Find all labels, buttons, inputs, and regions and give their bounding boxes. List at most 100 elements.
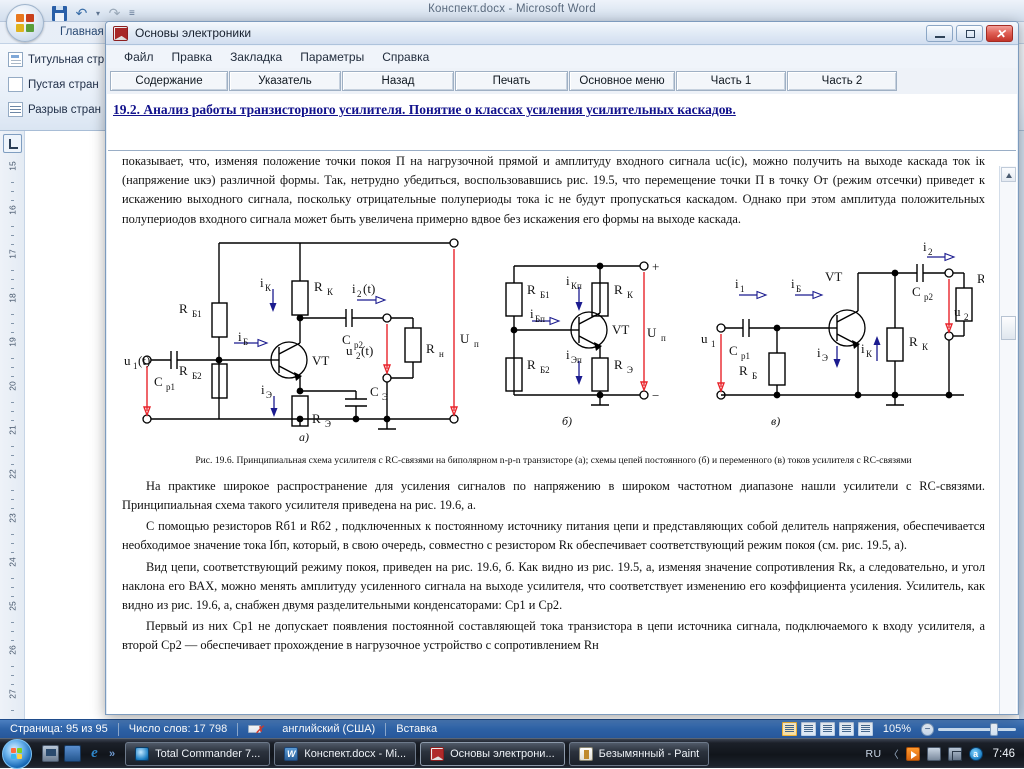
help-menubar[interactable]: Файл Правка Закладка Параметры Справка [107, 46, 1017, 68]
display-icon[interactable] [926, 746, 941, 761]
ruler-minor-tick [11, 314, 14, 315]
switch-window-icon[interactable] [42, 745, 59, 762]
ruler-minor-tick [11, 235, 14, 236]
clock[interactable]: 7:46 [990, 748, 1015, 760]
label-re-b: R [614, 357, 623, 372]
toolbar-filler [898, 71, 1014, 91]
media-play-icon[interactable] [905, 746, 920, 761]
status-language[interactable]: английский (США) [272, 723, 385, 735]
scrollbar-thumb[interactable] [1001, 316, 1016, 340]
zoom-out-button[interactable]: − [921, 722, 934, 736]
svg-text:Б2: Б2 [192, 371, 202, 381]
taskbar-item-word[interactable]: W Конспект.docx - Mi... [274, 741, 417, 766]
start-button[interactable] [2, 738, 32, 769]
toolbar-button-label: Часть 2 [821, 75, 863, 87]
toolbar-index-button[interactable]: Указатель [229, 71, 341, 91]
ruler-minor-tick [11, 534, 14, 535]
cover-page-icon [8, 52, 23, 67]
ruler-tick: 27 [7, 689, 18, 699]
status-proofing[interactable]: ✗ [238, 723, 272, 736]
toolbar-contents-button[interactable]: Содержание [110, 71, 228, 91]
language-indicator[interactable]: RU [865, 748, 881, 760]
body-paragraph-1: На практике широкое распространение для … [122, 478, 985, 513]
status-insert-mode[interactable]: Вставка [386, 723, 447, 735]
menu-file[interactable]: Файл [115, 48, 163, 66]
chevron-up-icon[interactable]: 〈 [889, 746, 899, 761]
zoom-level[interactable]: 105% [877, 723, 917, 735]
view-outline-icon[interactable] [838, 722, 854, 736]
antivirus-icon[interactable]: a [968, 746, 983, 761]
ruler-minor-tick [11, 578, 14, 579]
view-print-layout-icon[interactable] [781, 722, 797, 736]
redo-icon[interactable]: ↷ [107, 5, 122, 21]
menu-help[interactable]: Справка [373, 48, 438, 66]
toolbar-back-button[interactable]: Назад [342, 71, 454, 91]
ruler-minor-tick [11, 446, 14, 447]
menu-bookmark[interactable]: Закладка [221, 48, 291, 66]
view-web-layout-icon[interactable] [819, 722, 835, 736]
svg-text:К: К [627, 290, 634, 300]
ruler-tick: 19 [7, 337, 18, 347]
toolbar-part1-button[interactable]: Часть 1 [676, 71, 786, 91]
toolbar-part2-button[interactable]: Часть 2 [787, 71, 897, 91]
help-vertical-scrollbar[interactable] [999, 166, 1016, 714]
svg-text:р1: р1 [741, 351, 750, 361]
toolbar-main-menu-button[interactable]: Основное меню [569, 71, 675, 91]
label-up-b: U [647, 325, 657, 340]
view-draft-icon[interactable] [857, 722, 873, 736]
network-icon[interactable] [947, 746, 962, 761]
help-window-title: Основы электроники [135, 26, 252, 40]
zoom-slider[interactable] [938, 722, 1016, 736]
tab-home[interactable]: Главная [52, 24, 112, 40]
svg-text:р1: р1 [166, 382, 175, 392]
help-book-icon [113, 25, 128, 41]
tab-stop-selector-icon[interactable] [3, 134, 22, 153]
view-fullscreen-icon[interactable] [800, 722, 816, 736]
taskbar-item-paint[interactable]: Безымянный - Paint [568, 741, 710, 766]
total-commander-icon [135, 746, 150, 761]
system-tray[interactable]: RU 〈 a 7:46 [865, 746, 1024, 761]
minimize-button[interactable] [926, 24, 953, 42]
ribbon-item-cover-page[interactable]: Титульная стр [8, 52, 104, 67]
ruler-minor-tick [11, 464, 14, 465]
maximize-button[interactable] [956, 24, 983, 42]
save-icon[interactable] [52, 5, 67, 21]
help-toolbar[interactable]: Содержание Указатель Назад Печать Основн… [107, 68, 1017, 94]
zoom-slider-thumb[interactable] [990, 722, 998, 736]
ribbon-item-blank-page[interactable]: Пустая стран [8, 77, 99, 92]
word-vertical-scrollbar[interactable] [1019, 131, 1024, 719]
circuit-b: + − R Б1 R Б2 i Кп i Бп i Эп RК RЭ VT Uп б) [504, 259, 666, 428]
label-rn: R [426, 341, 435, 356]
more-chevron-icon[interactable]: » [109, 748, 115, 760]
office-button[interactable] [6, 4, 44, 42]
menu-edit[interactable]: Правка [163, 48, 222, 66]
customize-qat-icon[interactable]: ≡ [129, 8, 135, 19]
ruler-tick: 26 [7, 645, 18, 655]
toolbar-print-button[interactable]: Печать [455, 71, 568, 91]
quick-launch-bar[interactable]: e » [42, 745, 115, 762]
vertical-ruler[interactable]: 15 16 17 18 19 20 21 22 23 24 25 26 27 [0, 131, 25, 729]
status-page[interactable]: Страница: 95 из 95 [0, 723, 118, 735]
show-desktop-icon[interactable] [64, 745, 81, 762]
undo-icon[interactable]: ↶ [74, 5, 89, 21]
quick-access-toolbar[interactable]: ↶ ▾ ↷ ≡ [52, 4, 135, 22]
label-u2t: u [346, 343, 353, 358]
svg-text:Б: Б [243, 337, 248, 347]
menu-options[interactable]: Параметры [291, 48, 373, 66]
ribbon-item-page-break[interactable]: Разрыв стран [8, 102, 101, 117]
taskbar-item-help[interactable]: Основы электрони... [420, 741, 565, 766]
help-window[interactable]: Основы электроники ✕ Файл Правка Закладк… [105, 21, 1019, 715]
status-word-count[interactable]: Число слов: 17 798 [119, 723, 237, 735]
taskbar-item-total-commander[interactable]: Total Commander 7... [125, 741, 271, 766]
undo-dropdown-icon[interactable]: ▾ [96, 9, 100, 18]
internet-explorer-icon[interactable]: e [86, 745, 103, 762]
help-titlebar[interactable]: Основы электроники ✕ [106, 22, 1018, 45]
label-rk: R [314, 279, 323, 294]
paint-icon [578, 746, 593, 761]
ruler-minor-tick [11, 200, 14, 201]
taskbar-buttons[interactable]: Total Commander 7... W Конспект.docx - M… [125, 741, 710, 766]
close-button[interactable]: ✕ [986, 24, 1013, 42]
ruler-minor-tick [11, 288, 14, 289]
scroll-up-icon[interactable] [1001, 167, 1016, 182]
page-break-icon [8, 102, 23, 117]
